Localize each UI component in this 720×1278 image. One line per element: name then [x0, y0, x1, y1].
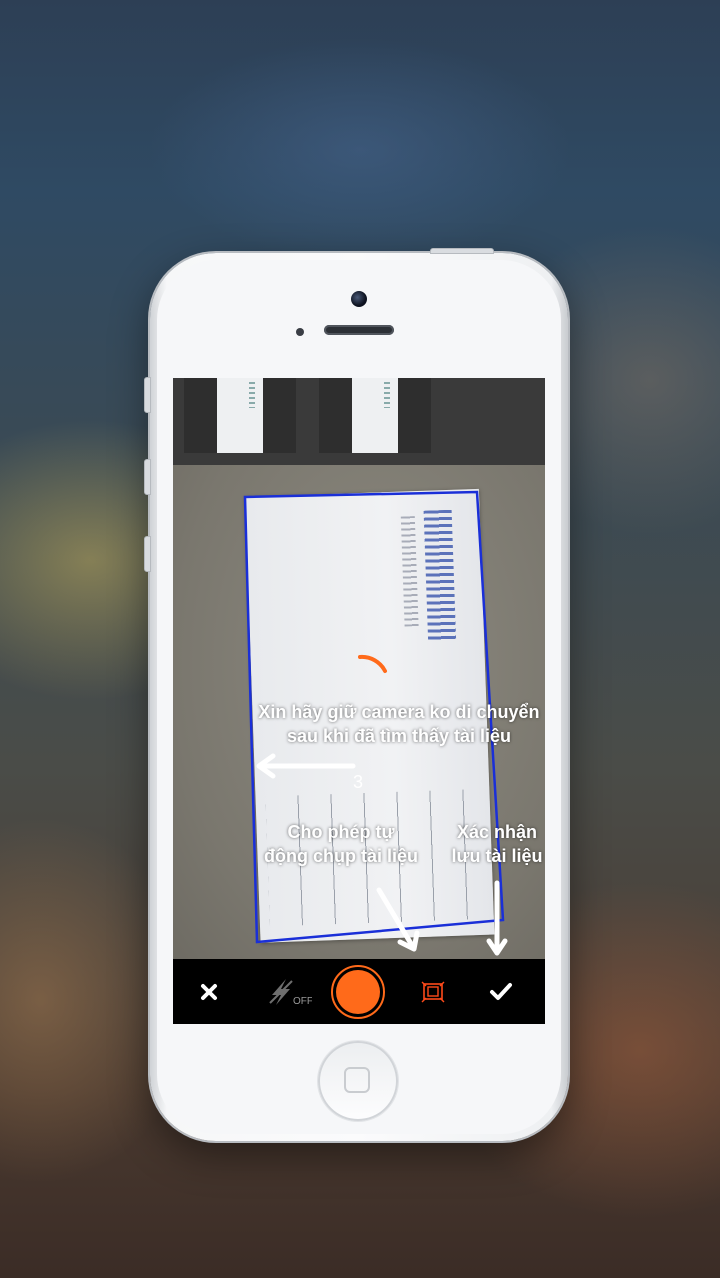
- hint-auto-capture-line1: Cho phép tự: [287, 822, 395, 842]
- hint-confirm-line2: lưu tài liệu: [451, 846, 543, 866]
- earpiece-speaker: [324, 325, 394, 335]
- flash-state-label: OFF: [293, 996, 312, 1007]
- flash-toggle-button[interactable]: OFF: [265, 959, 313, 1024]
- camera-viewfinder[interactable]: 3 Xin hãy giữ camera ko di chuyển sau kh…: [173, 465, 545, 959]
- auto-capture-toggle-button[interactable]: [413, 959, 453, 1024]
- thumbnail-1[interactable]: [184, 378, 296, 453]
- hint-confirm-line1: Xác nhận: [456, 822, 538, 842]
- shutter-button[interactable]: [331, 959, 385, 1024]
- close-button[interactable]: [189, 959, 229, 1024]
- power-button: [430, 248, 494, 254]
- checkmark-icon: [490, 982, 512, 1000]
- close-icon: [201, 983, 217, 1000]
- thumbnail-2[interactable]: [319, 378, 431, 453]
- volume-down-button: [144, 536, 151, 572]
- home-square-icon: [344, 1067, 370, 1093]
- hint-hold-steady-line1: Xin hãy giữ camera ko di chuyển: [258, 702, 540, 722]
- countdown-number: 3: [352, 772, 363, 792]
- flash-off-icon: OFF: [269, 978, 312, 1007]
- confirm-button[interactable]: [481, 959, 521, 1024]
- shutter-core: [336, 969, 380, 1014]
- thumbnail-document-image: [217, 378, 263, 453]
- thumbnail-document-image: [352, 378, 398, 453]
- proximity-sensor: [296, 328, 304, 336]
- mute-switch: [144, 377, 151, 413]
- shutter-icon: [331, 964, 385, 1019]
- hint-auto-capture-line2: động chụp tài liệu: [264, 846, 418, 866]
- hint-auto-capture: Cho phép tự động chụp tài liệu: [257, 820, 425, 868]
- camera-toolbar: OFF: [173, 959, 545, 1024]
- front-camera: [351, 291, 367, 307]
- auto-capture-icon: [421, 981, 445, 1002]
- hint-hold-steady-line2: sau khi đã tìm thấy tài liệu: [286, 726, 512, 746]
- home-button[interactable]: [318, 1041, 398, 1121]
- app-screen: 3 Xin hãy giữ camera ko di chuyển sau kh…: [173, 378, 545, 1024]
- volume-up-button: [144, 459, 151, 495]
- thumbnail-strip: [173, 378, 545, 465]
- hint-confirm: Xác nhận lưu tài liệu: [445, 820, 545, 868]
- hint-hold-steady: Xin hãy giữ camera ko di chuyển sau khi …: [253, 700, 545, 748]
